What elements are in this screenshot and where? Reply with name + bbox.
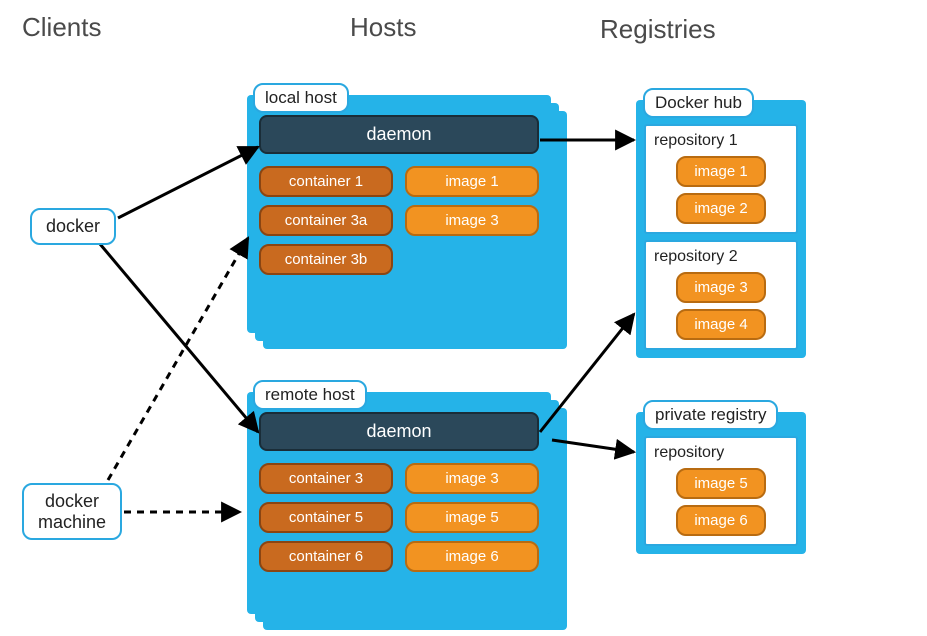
host-local-stack: daemon container 1 image 1 container 3a … [247, 95, 551, 333]
host-label-remote: remote host [253, 380, 367, 410]
repository-title: repository [654, 444, 788, 462]
client-docker-machine: docker machine [22, 483, 122, 540]
daemon-box-remote: daemon [259, 412, 539, 451]
client-docker: docker [30, 208, 116, 245]
image-chip: image 2 [676, 193, 766, 224]
repository-title: repository 2 [654, 248, 788, 266]
arrow-docker-to-remote [100, 244, 258, 432]
container-chip: container 5 [259, 502, 393, 533]
container-chip: container 3b [259, 244, 393, 275]
column-title-hosts: Hosts [350, 12, 416, 43]
registry-label-private: private registry [643, 400, 778, 430]
host-local: daemon container 1 image 1 container 3a … [247, 95, 551, 333]
host-remote-stack: daemon container 3 image 3 container 5 i… [247, 392, 551, 614]
image-chip: image 3 [405, 205, 539, 236]
host-remote: daemon container 3 image 3 container 5 i… [247, 392, 551, 614]
arrow-docker-to-local [118, 147, 258, 218]
image-chip: image 1 [405, 166, 539, 197]
column-title-registries: Registries [600, 14, 716, 45]
repository-box: repository image 5 image 6 [644, 436, 798, 546]
container-chip: container 1 [259, 166, 393, 197]
image-chip: image 3 [405, 463, 539, 494]
container-chip: container 3 [259, 463, 393, 494]
repository-box: repository 2 image 3 image 4 [644, 240, 798, 350]
image-chip: image 5 [405, 502, 539, 533]
container-chip: container 6 [259, 541, 393, 572]
diagram-canvas: Clients Hosts Registries docker docker m… [0, 0, 927, 636]
column-title-clients: Clients [22, 12, 101, 43]
arrow-machine-to-local [108, 238, 248, 480]
registry-private: repository image 5 image 6 [636, 412, 806, 554]
repository-box: repository 1 image 1 image 2 [644, 124, 798, 234]
image-chip: image 1 [676, 156, 766, 187]
image-chip: image 6 [676, 505, 766, 536]
host-label-local: local host [253, 83, 349, 113]
repository-title: repository 1 [654, 132, 788, 150]
registry-docker-hub: repository 1 image 1 image 2 repository … [636, 100, 806, 358]
image-chip: image 6 [405, 541, 539, 572]
registry-label-hub: Docker hub [643, 88, 754, 118]
container-chip: container 3a [259, 205, 393, 236]
daemon-box-local: daemon [259, 115, 539, 154]
image-chip: image 3 [676, 272, 766, 303]
image-chip: image 5 [676, 468, 766, 499]
image-chip: image 4 [676, 309, 766, 340]
